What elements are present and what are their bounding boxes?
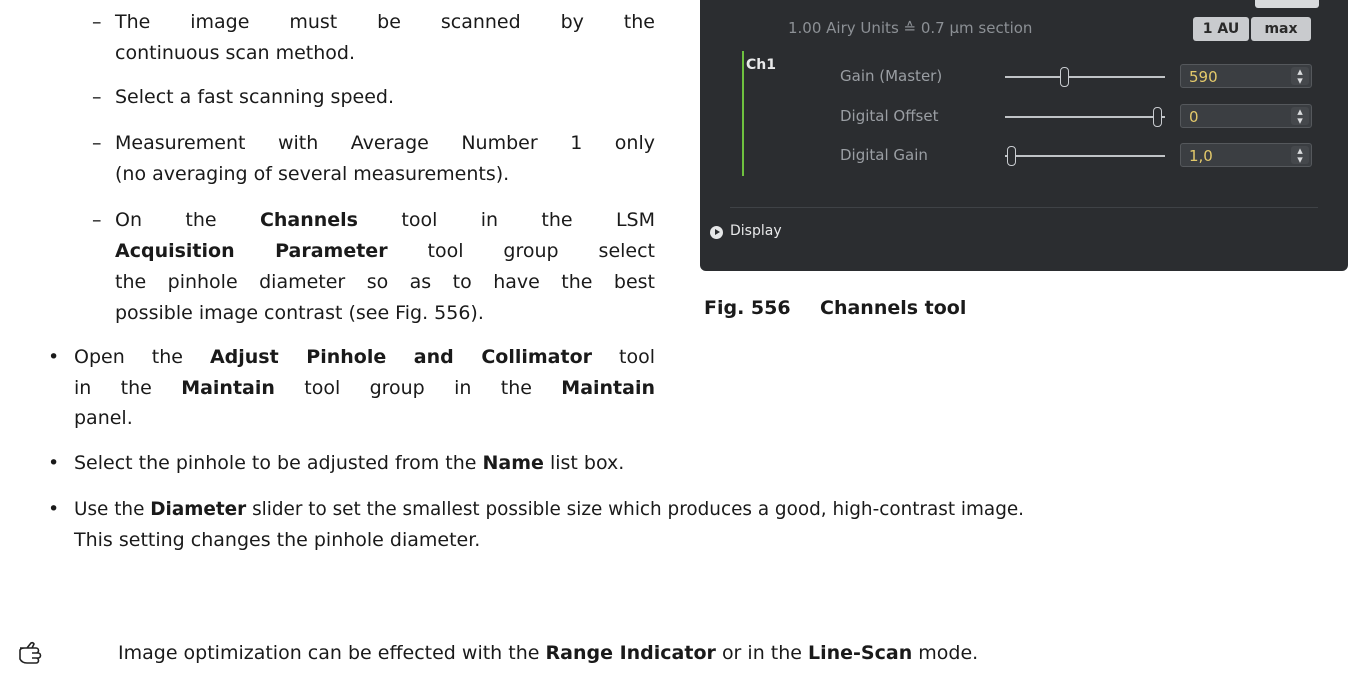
list-item-text: Select a fast scanning speed. bbox=[115, 86, 394, 108]
bullet: • bbox=[48, 498, 60, 520]
dash-bullet: – bbox=[92, 86, 102, 108]
list-item-text: Open the Adjust Pinhole and Collimator t… bbox=[74, 346, 655, 368]
digital-offset-label: Digital Offset bbox=[840, 107, 939, 125]
list-item-text: continuous scan method. bbox=[115, 42, 356, 64]
dash-bullet: – bbox=[92, 132, 102, 154]
one-au-button[interactable]: 1 AU bbox=[1193, 17, 1249, 41]
digital-gain-value-field[interactable]: 1,0 ▴ ▾ bbox=[1180, 143, 1312, 167]
digital-offset-slider-track[interactable] bbox=[1005, 116, 1165, 118]
digital-gain-slider-thumb[interactable] bbox=[1007, 146, 1017, 166]
channel-color-bar bbox=[742, 51, 744, 176]
channel-label: Ch1 bbox=[746, 57, 776, 73]
list-item-text: Acquisition Parameter tool group select bbox=[115, 240, 655, 262]
list-item-text: The image must be scanned by the bbox=[115, 11, 655, 33]
list-item-text: possible image contrast (see Fig. 556). bbox=[115, 302, 484, 324]
list-item-text: in the Maintain tool group in the Mainta… bbox=[74, 377, 655, 399]
max-button[interactable]: max bbox=[1251, 17, 1311, 41]
list-item-text: panel. bbox=[74, 407, 133, 429]
digital-offset-value-field[interactable]: 0 ▴ ▾ bbox=[1180, 104, 1312, 128]
digital-gain-label: Digital Gain bbox=[840, 146, 928, 164]
digital-offset-slider-thumb[interactable] bbox=[1153, 107, 1162, 127]
list-item-text: On the Channels tool in the LSM bbox=[115, 209, 656, 231]
gain-master-label: Gain (Master) bbox=[840, 67, 943, 85]
airy-units-readout: 1.00 Airy Units ≙ 0.7 µm section bbox=[788, 19, 1033, 37]
display-section-toggle[interactable]: Display bbox=[730, 223, 782, 239]
offset-spinner-icon[interactable]: ▴ ▾ bbox=[1291, 106, 1309, 126]
expand-arrow-icon[interactable] bbox=[710, 226, 723, 239]
gain-spinner-icon[interactable]: ▴ ▾ bbox=[1291, 66, 1309, 86]
gain-master-slider-track[interactable] bbox=[1005, 76, 1165, 78]
dash-bullet: – bbox=[92, 209, 102, 231]
list-item-text: This setting changes the pinhole diamete… bbox=[74, 529, 481, 551]
figure-title: Channels tool bbox=[820, 297, 967, 319]
list-item-text: (no averaging of several measurements). bbox=[115, 163, 510, 185]
figure-number: Fig. 556 bbox=[704, 297, 791, 319]
note-text: Image optimization can be effected with … bbox=[118, 642, 979, 664]
top-field-fragment bbox=[1255, 0, 1319, 8]
list-item-text: Use the Diameter slider to set the small… bbox=[74, 499, 1025, 520]
panel-divider bbox=[730, 207, 1318, 208]
dash-bullet: – bbox=[92, 11, 102, 33]
gain-master-slider-thumb[interactable] bbox=[1060, 67, 1070, 87]
bullet: • bbox=[48, 452, 60, 474]
dgain-spinner-icon[interactable]: ▴ ▾ bbox=[1291, 145, 1309, 165]
digital-gain-slider-track[interactable] bbox=[1005, 155, 1165, 157]
pointing-hand-icon bbox=[19, 641, 42, 664]
channels-tool-panel: 1.00 Airy Units ≙ 0.7 µm section 1 AU ma… bbox=[700, 0, 1348, 271]
list-item-text: Measurement with Average Number 1 only bbox=[115, 132, 655, 154]
list-item-text: the pinhole diameter so as to have the b… bbox=[115, 271, 655, 293]
list-item-text: Select the pinhole to be adjusted from t… bbox=[74, 452, 625, 474]
gain-master-value-field[interactable]: 590 ▴ ▾ bbox=[1180, 64, 1312, 88]
bullet: • bbox=[48, 346, 60, 368]
